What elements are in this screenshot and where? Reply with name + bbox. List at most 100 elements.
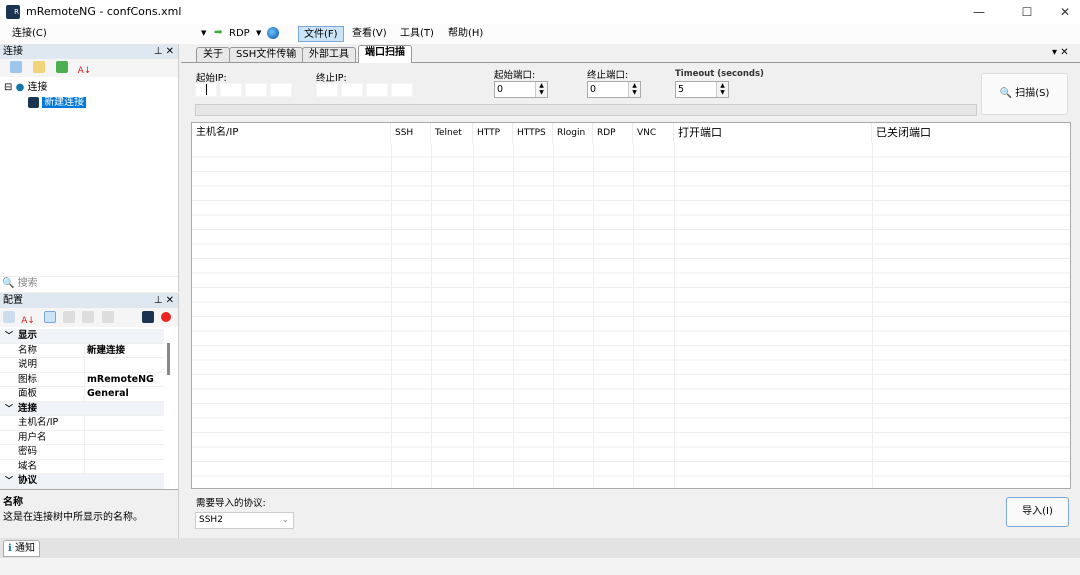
dropdown-arrow-icon[interactable]: ▼ xyxy=(201,29,206,37)
default-inheritance-icon[interactable] xyxy=(101,311,114,323)
import-protocol-label: 需要导入的协议: xyxy=(196,498,266,509)
tab-ssh-transfer[interactable]: SSH文件传输 xyxy=(229,47,304,62)
menu-bar: 连接(C) ▼ ➡ RDP ▼ 文件(F) 查看(V) 工具(T) 帮助(H) xyxy=(0,24,1080,44)
scan-progress-bar xyxy=(195,104,977,116)
maximize-button[interactable]: ☐ xyxy=(1012,2,1042,22)
chevron-down-icon[interactable]: ▼ xyxy=(256,29,261,37)
column-header[interactable]: HTTPS xyxy=(513,123,553,143)
tab-about[interactable]: 关于 xyxy=(196,47,230,62)
property-name: 说明 xyxy=(18,359,38,370)
tab-port-scan[interactable]: 端口扫描 xyxy=(358,45,412,63)
tab-menu-icons[interactable]: ▾ ✕ xyxy=(1052,47,1069,58)
column-header[interactable]: VNC xyxy=(633,123,674,143)
new-folder-icon[interactable] xyxy=(33,61,46,73)
property-value[interactable] xyxy=(84,416,164,430)
property-name: 密码 xyxy=(18,446,38,457)
tab-external-tools[interactable]: 外部工具 xyxy=(302,47,356,62)
property-grid: ﹀ 显示 名称 新建连接说明图标 mRemoteNG 面板 General ﹀ 连接 主机名/IP… xyxy=(0,329,178,489)
chevron-down-icon: ⌄ xyxy=(281,515,289,525)
scan-button[interactable]: 🔍 扫描(S) xyxy=(981,73,1068,115)
menu-help[interactable]: 帮助(H) xyxy=(443,26,488,42)
property-value[interactable] xyxy=(84,459,164,474)
scan-results-table: 主机名/IP SSH Telnet HTTP HTTPS Rlogin RDP VNC 打开端口… xyxy=(191,122,1071,489)
column-header[interactable]: SSH xyxy=(391,123,431,143)
minimize-button[interactable]: — xyxy=(964,2,994,22)
end-ip-label: 终止IP: xyxy=(316,73,347,84)
property-row[interactable]: 域名 xyxy=(0,459,164,474)
config-panel-header: 配置 ⊥ ✕ xyxy=(0,293,178,308)
property-value[interactable]: General xyxy=(84,387,164,401)
quick-connect-protocol[interactable]: RDP xyxy=(224,26,255,42)
property-value[interactable]: mRemoteNG xyxy=(84,372,164,387)
property-value[interactable] xyxy=(84,430,164,445)
import-protocol-select[interactable]: SSH2 ⌄ xyxy=(195,512,294,529)
menu-file[interactable]: 文件(F) xyxy=(298,26,344,42)
property-category[interactable]: ﹀ 连接 xyxy=(0,401,164,416)
column-header[interactable]: HTTP xyxy=(473,123,513,143)
menu-tools[interactable]: 工具(T) xyxy=(395,26,439,42)
pin-close-icons[interactable]: ⊥ ✕ xyxy=(154,293,174,308)
globe-icon[interactable] xyxy=(267,27,279,39)
property-row[interactable]: 说明 xyxy=(0,358,164,373)
start-port-stepper[interactable]: 0 ▲ ▼ xyxy=(494,81,548,98)
property-category[interactable]: ﹀ 显示 xyxy=(0,329,164,344)
property-name: 面板 xyxy=(18,388,38,399)
connections-panel-header: 连接 ⊥ ✕ xyxy=(0,44,178,59)
property-row[interactable]: 面板 General xyxy=(0,387,164,402)
column-header[interactable]: 打开端口 xyxy=(674,123,872,143)
inheritance-icon[interactable] xyxy=(63,311,76,323)
column-divider xyxy=(391,143,392,488)
end-port-stepper[interactable]: 0 ▲ ▼ xyxy=(587,81,641,98)
properties-icon[interactable] xyxy=(44,311,57,323)
property-value[interactable]: 新建连接 xyxy=(84,343,164,358)
property-value[interactable] xyxy=(84,358,164,372)
host-status-icon[interactable] xyxy=(142,311,154,323)
chevron-down-icon[interactable]: ﹀ xyxy=(5,329,13,343)
title-bar: R mRemoteNG - confCons.xml — ☐ ✕ xyxy=(0,0,1080,24)
pin-close-icons[interactable]: ⊥ ✕ xyxy=(154,44,174,59)
app-icon: R xyxy=(6,5,20,19)
tree-node-new-connection[interactable]: 新建连接 xyxy=(4,95,174,110)
menu-connect[interactable]: 连接(C) xyxy=(7,26,52,42)
column-divider xyxy=(674,143,675,488)
status-bar xyxy=(0,558,1080,575)
property-value[interactable] xyxy=(84,445,164,459)
tab-notifications[interactable]: ℹ 通知 xyxy=(3,540,40,557)
column-header[interactable]: Rlogin xyxy=(553,123,593,143)
column-divider xyxy=(553,143,554,488)
sort-az-icon[interactable]: A↓ xyxy=(21,316,35,326)
panel-title: 连接 xyxy=(3,46,23,57)
column-header[interactable]: 已关闭端口 xyxy=(872,123,1070,143)
tree-root[interactable]: ⊟ ● 连接 xyxy=(4,80,174,95)
property-category[interactable]: ﹀ 协议 xyxy=(0,474,164,489)
start-ip-label: 起始IP: xyxy=(196,73,227,84)
start-port-label: 起始端口: xyxy=(494,70,536,81)
timeout-stepper[interactable]: 5 ▲ ▼ xyxy=(675,81,729,98)
record-icon[interactable] xyxy=(161,312,171,322)
default-props-icon[interactable] xyxy=(82,311,95,323)
column-header[interactable]: 主机名/IP xyxy=(192,123,391,143)
column-divider xyxy=(513,143,514,488)
property-row[interactable]: 图标 mRemoteNG xyxy=(0,372,164,387)
column-header[interactable]: RDP xyxy=(593,123,633,143)
property-row[interactable]: 用户名 xyxy=(0,430,164,445)
close-button[interactable]: ✕ xyxy=(1050,2,1080,22)
expand-icon[interactable] xyxy=(56,61,69,73)
sort-az-icon[interactable]: A↓ xyxy=(78,66,92,76)
new-connection-icon[interactable] xyxy=(10,61,22,73)
import-button[interactable]: 导入(I) xyxy=(1006,497,1069,527)
property-row[interactable]: 密码 xyxy=(0,445,164,460)
property-row[interactable]: 主机名/IP xyxy=(0,416,164,431)
chevron-down-icon[interactable]: ﹀ xyxy=(5,402,13,416)
column-header[interactable]: Telnet xyxy=(431,123,473,143)
menu-view[interactable]: 查看(V) xyxy=(347,26,392,42)
info-icon: ℹ xyxy=(8,543,12,554)
categorized-icon[interactable] xyxy=(3,311,15,323)
search-input[interactable]: 🔍 搜索 xyxy=(0,276,178,291)
chevron-down-icon[interactable]: ﹀ xyxy=(5,474,13,488)
property-scrollbar[interactable] xyxy=(167,343,170,375)
property-name: 名称 xyxy=(18,344,38,356)
bottom-dock: ℹ 通知 xyxy=(0,538,1080,558)
column-divider xyxy=(431,143,432,488)
property-row[interactable]: 名称 新建连接 xyxy=(0,343,164,358)
